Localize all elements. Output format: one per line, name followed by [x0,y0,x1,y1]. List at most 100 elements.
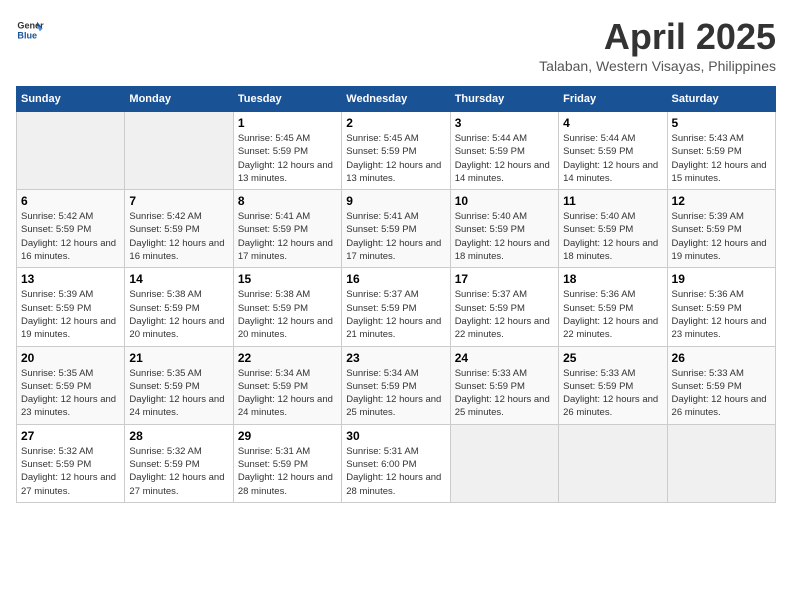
day-info: Sunrise: 5:36 AMSunset: 5:59 PMDaylight:… [672,288,771,341]
calendar-cell: 14 Sunrise: 5:38 AMSunset: 5:59 PMDayligh… [125,268,233,346]
day-info: Sunrise: 5:41 AMSunset: 5:59 PMDaylight:… [346,210,445,263]
day-info: Sunrise: 5:32 AMSunset: 5:59 PMDaylight:… [129,445,228,498]
calendar-cell: 19 Sunrise: 5:36 AMSunset: 5:59 PMDayligh… [667,268,775,346]
calendar-cell [559,424,667,502]
location-subtitle: Talaban, Western Visayas, Philippines [539,58,776,74]
calendar-cell: 1 Sunrise: 5:45 AMSunset: 5:59 PMDaylight… [233,112,341,190]
day-number: 19 [672,272,771,286]
day-info: Sunrise: 5:44 AMSunset: 5:59 PMDaylight:… [455,132,554,185]
day-number: 26 [672,351,771,365]
calendar-cell: 4 Sunrise: 5:44 AMSunset: 5:59 PMDaylight… [559,112,667,190]
day-number: 4 [563,116,662,130]
calendar-cell [125,112,233,190]
calendar-cell: 17Sunrise: 5:37 AMSunset: 5:59 PMDayligh… [450,268,558,346]
weekday-header-wednesday: Wednesday [342,87,450,112]
day-info: Sunrise: 5:45 AMSunset: 5:59 PMDaylight:… [238,132,337,185]
day-number: 9 [346,194,445,208]
day-number: 23 [346,351,445,365]
calendar-week-row: 20Sunrise: 5:35 AMSunset: 5:59 PMDayligh… [17,346,776,424]
day-info: Sunrise: 5:40 AMSunset: 5:59 PMDaylight:… [455,210,554,263]
day-info: Sunrise: 5:42 AMSunset: 5:59 PMDaylight:… [21,210,120,263]
calendar-cell: 28 Sunrise: 5:32 AMSunset: 5:59 PMDayligh… [125,424,233,502]
calendar-cell: 20Sunrise: 5:35 AMSunset: 5:59 PMDayligh… [17,346,125,424]
day-number: 25 [563,351,662,365]
day-info: Sunrise: 5:39 AMSunset: 5:59 PMDaylight:… [672,210,771,263]
calendar-cell [450,424,558,502]
calendar-cell [17,112,125,190]
day-info: Sunrise: 5:44 AMSunset: 5:59 PMDaylight:… [563,132,662,185]
day-info: Sunrise: 5:38 AMSunset: 5:59 PMDaylight:… [238,288,337,341]
calendar-cell: 26 Sunrise: 5:33 AMSunset: 5:59 PMDayligh… [667,346,775,424]
day-number: 28 [129,429,228,443]
calendar-table: SundayMondayTuesdayWednesdayThursdayFrid… [16,86,776,503]
day-number: 13 [21,272,120,286]
calendar-cell: 13 Sunrise: 5:39 AMSunset: 5:59 PMDayligh… [17,268,125,346]
calendar-cell: 5 Sunrise: 5:43 AMSunset: 5:59 PMDaylight… [667,112,775,190]
day-info: Sunrise: 5:45 AMSunset: 5:59 PMDaylight:… [346,132,445,185]
calendar-cell: 3 Sunrise: 5:44 AMSunset: 5:59 PMDaylight… [450,112,558,190]
calendar-cell: 8 Sunrise: 5:41 AMSunset: 5:59 PMDaylight… [233,190,341,268]
calendar-cell: 7Sunrise: 5:42 AMSunset: 5:59 PMDaylight… [125,190,233,268]
day-number: 5 [672,116,771,130]
calendar-header: SundayMondayTuesdayWednesdayThursdayFrid… [17,87,776,112]
day-number: 6 [21,194,120,208]
day-info: Sunrise: 5:39 AMSunset: 5:59 PMDaylight:… [21,288,120,341]
calendar-cell: 10 Sunrise: 5:40 AMSunset: 5:59 PMDayligh… [450,190,558,268]
day-info: Sunrise: 5:31 AMSunset: 6:00 PMDaylight:… [346,445,445,498]
day-number: 3 [455,116,554,130]
day-info: Sunrise: 5:38 AMSunset: 5:59 PMDaylight:… [129,288,228,341]
logo: General Blue [16,16,44,44]
day-info: Sunrise: 5:33 AMSunset: 5:59 PMDaylight:… [563,367,662,420]
calendar-week-row: 6 Sunrise: 5:42 AMSunset: 5:59 PMDaylight… [17,190,776,268]
day-number: 18 [563,272,662,286]
calendar-cell: 2 Sunrise: 5:45 AMSunset: 5:59 PMDaylight… [342,112,450,190]
day-number: 7 [129,194,228,208]
calendar-cell [667,424,775,502]
day-info: Sunrise: 5:37 AMSunset: 5:59 PMDaylight:… [346,288,445,341]
day-info: Sunrise: 5:40 AMSunset: 5:59 PMDaylight:… [563,210,662,263]
calendar-cell: 16 Sunrise: 5:37 AMSunset: 5:59 PMDayligh… [342,268,450,346]
day-number: 1 [238,116,337,130]
page-header: General Blue April 2025 Talaban, Western… [16,16,776,74]
day-number: 16 [346,272,445,286]
weekday-header-row: SundayMondayTuesdayWednesdayThursdayFrid… [17,87,776,112]
day-info: Sunrise: 5:36 AMSunset: 5:59 PMDaylight:… [563,288,662,341]
calendar-cell: 25 Sunrise: 5:33 AMSunset: 5:59 PMDayligh… [559,346,667,424]
day-number: 2 [346,116,445,130]
calendar-cell: 29 Sunrise: 5:31 AMSunset: 5:59 PMDayligh… [233,424,341,502]
calendar-cell: 24Sunrise: 5:33 AMSunset: 5:59 PMDayligh… [450,346,558,424]
calendar-cell: 12 Sunrise: 5:39 AMSunset: 5:59 PMDayligh… [667,190,775,268]
calendar-week-row: 13 Sunrise: 5:39 AMSunset: 5:59 PMDayligh… [17,268,776,346]
weekday-header-tuesday: Tuesday [233,87,341,112]
weekday-header-sunday: Sunday [17,87,125,112]
title-area: April 2025 Talaban, Western Visayas, Phi… [539,16,776,74]
day-info: Sunrise: 5:33 AMSunset: 5:59 PMDaylight:… [672,367,771,420]
day-info: Sunrise: 5:34 AMSunset: 5:59 PMDaylight:… [346,367,445,420]
calendar-body: 1 Sunrise: 5:45 AMSunset: 5:59 PMDaylight… [17,112,776,503]
calendar-cell: 23 Sunrise: 5:34 AMSunset: 5:59 PMDayligh… [342,346,450,424]
day-number: 10 [455,194,554,208]
day-info: Sunrise: 5:41 AMSunset: 5:59 PMDaylight:… [238,210,337,263]
day-number: 29 [238,429,337,443]
weekday-header-friday: Friday [559,87,667,112]
day-number: 12 [672,194,771,208]
day-number: 30 [346,429,445,443]
calendar-cell: 11Sunrise: 5:40 AMSunset: 5:59 PMDayligh… [559,190,667,268]
month-title: April 2025 [539,16,776,58]
day-info: Sunrise: 5:35 AMSunset: 5:59 PMDaylight:… [21,367,120,420]
day-number: 24 [455,351,554,365]
day-number: 15 [238,272,337,286]
weekday-header-thursday: Thursday [450,87,558,112]
day-number: 14 [129,272,228,286]
calendar-cell: 21Sunrise: 5:35 AMSunset: 5:59 PMDayligh… [125,346,233,424]
day-info: Sunrise: 5:43 AMSunset: 5:59 PMDaylight:… [672,132,771,185]
day-number: 8 [238,194,337,208]
day-info: Sunrise: 5:31 AMSunset: 5:59 PMDaylight:… [238,445,337,498]
calendar-cell: 27 Sunrise: 5:32 AMSunset: 5:59 PMDayligh… [17,424,125,502]
day-number: 27 [21,429,120,443]
calendar-week-row: 27 Sunrise: 5:32 AMSunset: 5:59 PMDayligh… [17,424,776,502]
day-info: Sunrise: 5:35 AMSunset: 5:59 PMDaylight:… [129,367,228,420]
day-info: Sunrise: 5:37 AMSunset: 5:59 PMDaylight:… [455,288,554,341]
day-info: Sunrise: 5:32 AMSunset: 5:59 PMDaylight:… [21,445,120,498]
calendar-cell: 15 Sunrise: 5:38 AMSunset: 5:59 PMDayligh… [233,268,341,346]
